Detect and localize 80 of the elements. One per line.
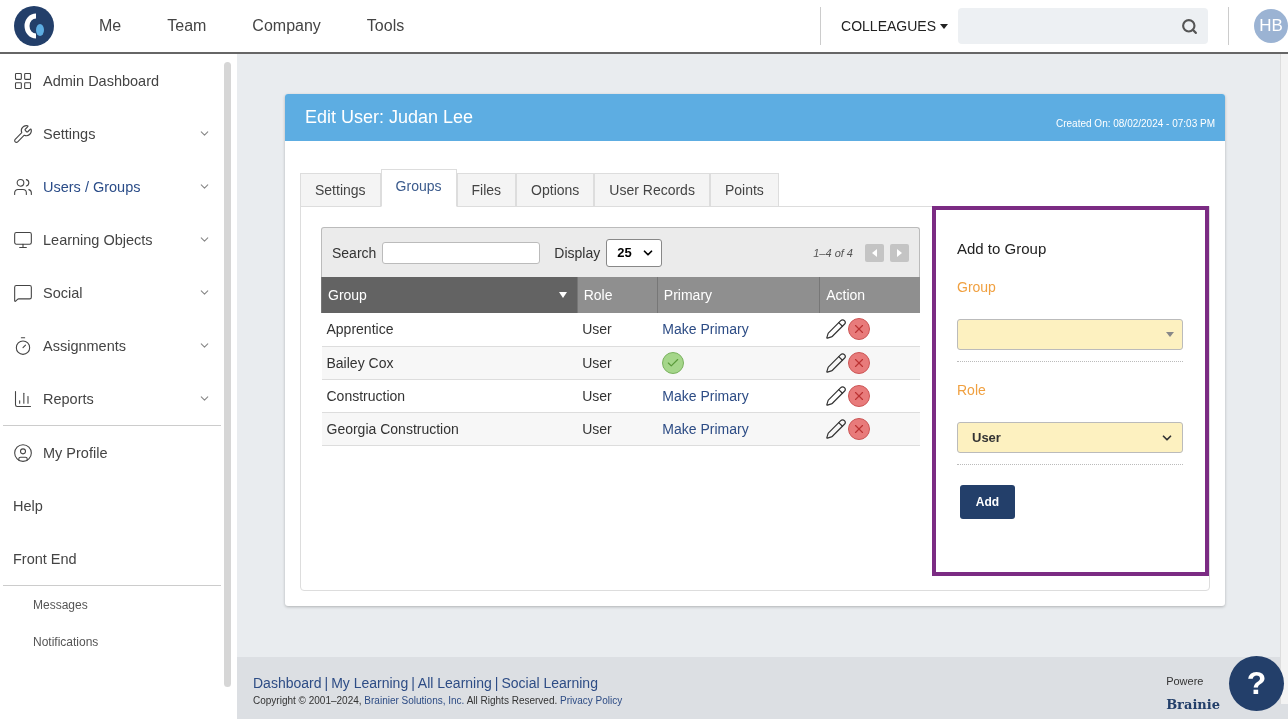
nav-link[interactable]: Team xyxy=(167,17,207,35)
nav-link[interactable]: Me xyxy=(99,17,122,35)
separator: | xyxy=(411,675,415,691)
sidebar-item[interactable]: Learning Objects xyxy=(3,213,221,266)
role-select[interactable]: User xyxy=(957,422,1183,453)
footer-link[interactable]: Social Learning xyxy=(501,675,598,691)
sidebar-item[interactable]: Assignments xyxy=(3,319,221,372)
grid-icon xyxy=(13,70,33,91)
make-primary-link[interactable]: Make Primary xyxy=(662,387,749,404)
table-cell: Bailey Cox xyxy=(321,346,578,379)
edit-icon[interactable] xyxy=(824,384,847,407)
delete-icon[interactable] xyxy=(847,351,870,374)
delete-icon[interactable] xyxy=(847,318,870,341)
footer-link[interactable]: All Learning xyxy=(417,675,492,691)
monitor-icon xyxy=(13,229,33,250)
tab[interactable]: Groups xyxy=(380,169,457,207)
footer-link[interactable]: My Learning xyxy=(331,675,409,691)
colleagues-dropdown[interactable]: COLLEAGUES xyxy=(821,18,958,34)
make-primary-link[interactable]: Make Primary xyxy=(662,321,749,338)
group-label: Group xyxy=(957,279,997,295)
bar-chart-icon xyxy=(13,388,33,409)
delete-icon[interactable] xyxy=(847,417,870,440)
card-title: Edit User: Judan Lee xyxy=(305,107,474,128)
table-cell: User xyxy=(577,346,658,379)
search-field[interactable] xyxy=(958,8,1208,44)
role-label: Role xyxy=(957,382,987,398)
make-primary-link[interactable]: Make Primary xyxy=(662,420,749,437)
tab[interactable]: Options xyxy=(516,173,595,207)
sidebar-item[interactable]: Users / Groups xyxy=(3,160,221,213)
table-cell: User xyxy=(577,379,658,412)
edit-icon[interactable] xyxy=(824,351,847,374)
delete-icon[interactable] xyxy=(847,384,870,407)
sidebar-item[interactable]: My Profile xyxy=(3,426,221,479)
footer-link[interactable]: Dashboard xyxy=(253,675,322,691)
table-cell: Apprentice xyxy=(321,313,578,346)
brand-text: Brainie xyxy=(1166,697,1220,712)
powered-by-text: Powere xyxy=(1166,675,1205,687)
sidebar-item[interactable]: Social xyxy=(3,266,221,319)
created-date: Created On: 08/02/2024 - 07:03 PM xyxy=(1056,118,1215,129)
edit-icon[interactable] xyxy=(824,417,847,440)
search-label: Search xyxy=(332,244,377,261)
add-button[interactable]: Add xyxy=(960,485,1015,519)
tab[interactable]: Settings xyxy=(300,173,381,207)
nav-link[interactable]: Tools xyxy=(366,17,405,35)
table-search-field[interactable] xyxy=(382,241,541,264)
display-label: Display xyxy=(554,244,601,261)
tab[interactable]: Files xyxy=(456,173,517,207)
sidebar-item[interactable]: Notifications xyxy=(3,623,221,660)
table-cell: Georgia Construction xyxy=(321,412,578,445)
user-circle-icon xyxy=(13,442,33,463)
sidebar-item[interactable]: Messages xyxy=(3,586,221,623)
timer-icon xyxy=(13,335,33,356)
sidebar-item[interactable]: Admin Dashboard xyxy=(3,54,221,107)
separator: | xyxy=(324,675,329,691)
separator: | xyxy=(494,675,499,691)
nav-link[interactable]: Company xyxy=(252,17,321,35)
copyright-text: Copyright © 2001–2024, Brainier Solutions, Inc. All Rights Reserved. Privacy Policy xyxy=(253,695,623,706)
table-cell: User xyxy=(577,313,658,346)
panel-title: Add to Group xyxy=(957,240,1048,257)
sidebar-item[interactable]: Settings xyxy=(3,107,221,160)
tab[interactable]: Points xyxy=(709,173,779,207)
search-icon[interactable] xyxy=(1181,17,1198,35)
logo-icon[interactable] xyxy=(14,6,54,46)
users-icon xyxy=(13,176,33,197)
table-cell: User xyxy=(577,412,658,445)
edit-icon[interactable] xyxy=(824,318,847,341)
table-cell: Construction xyxy=(321,379,578,412)
tools-icon xyxy=(13,123,33,144)
vendor-link[interactable]: Brainier Solutions, Inc. xyxy=(364,695,465,706)
tab[interactable]: User Records xyxy=(594,173,710,207)
scrollbar[interactable] xyxy=(224,62,231,687)
scrollbar[interactable] xyxy=(1280,54,1288,704)
pagination-info: 1–4 of 4 xyxy=(813,246,853,259)
privacy-link[interactable]: Privacy Policy xyxy=(560,695,623,706)
display-select[interactable]: 25 xyxy=(606,238,663,267)
sidebar-item[interactable]: Reports xyxy=(3,372,221,425)
sidebar-item[interactable]: Front End xyxy=(3,532,221,585)
sidebar-item[interactable]: Help xyxy=(3,479,221,532)
chat-icon xyxy=(13,282,33,303)
column-header[interactable]: Group xyxy=(321,277,578,313)
